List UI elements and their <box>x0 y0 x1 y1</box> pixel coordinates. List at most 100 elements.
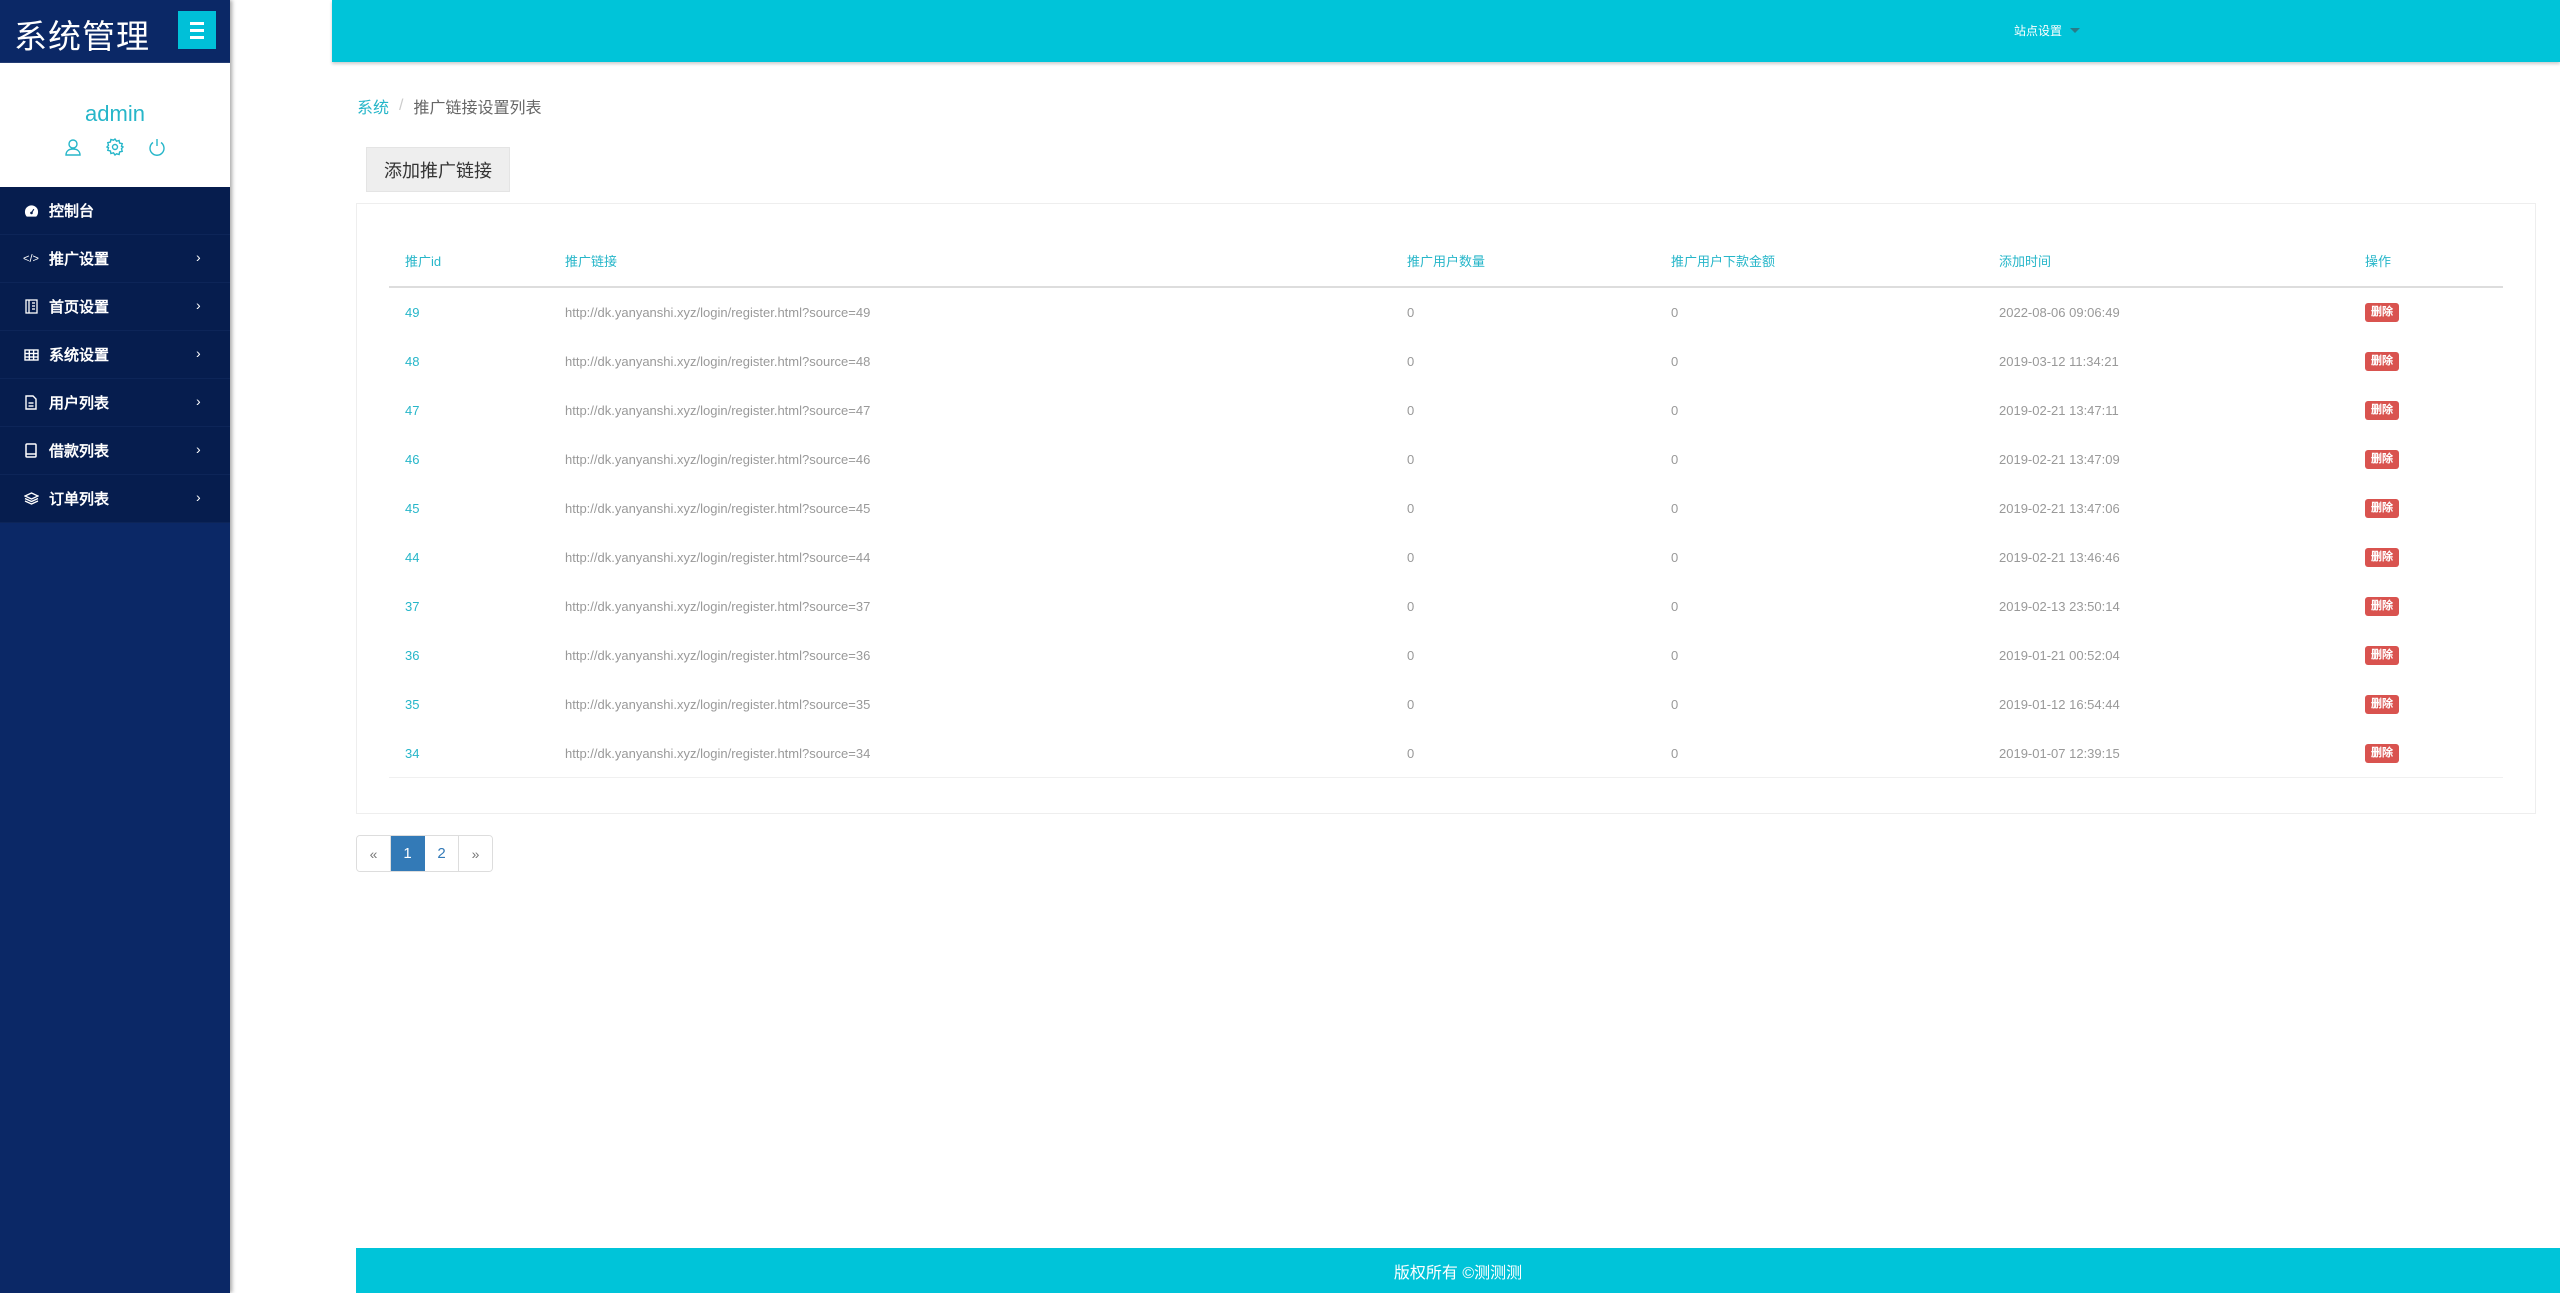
actions-cell: 删除 <box>2349 679 2503 729</box>
loan-amount-cell: 0 <box>1655 581 1983 631</box>
header-added-time: 添加时间 <box>1983 234 2349 288</box>
table-row: 34 http://dk.yanyanshi.xyz/login/register… <box>389 728 2503 778</box>
promo-link-cell: http://dk.yanyanshi.xyz/login/register.h… <box>549 630 1391 680</box>
gear-icon[interactable] <box>105 137 125 157</box>
added-time-cell: 2019-03-12 11:34:21 <box>1983 336 2349 386</box>
promo-id-cell: 48 <box>389 336 549 386</box>
actions-cell: 删除 <box>2349 287 2503 337</box>
delete-button[interactable]: 删除 <box>2365 302 2399 322</box>
pagination-page-2[interactable]: 2 <box>425 836 459 871</box>
caret-down-icon <box>2070 28 2081 33</box>
delete-button[interactable]: 删除 <box>2365 596 2399 616</box>
chevron-right-icon: › <box>196 249 201 265</box>
promo-id-cell: 44 <box>389 532 549 582</box>
sidebar-item-label: 借款列表 <box>49 443 110 460</box>
profile-actions <box>0 137 230 157</box>
delete-button[interactable]: 删除 <box>2365 449 2399 469</box>
sidebar: 系统管理 admin 控制台 </> 推广设置 › 首页设置 › 系统设置 › … <box>0 0 230 1293</box>
sidebar-item-homepage-settings[interactable]: 首页设置 › <box>0 283 230 331</box>
promo-link-cell: http://dk.yanyanshi.xyz/login/register.h… <box>549 532 1391 582</box>
sidebar-item-system-settings[interactable]: 系统设置 › <box>0 331 230 379</box>
delete-button[interactable]: 删除 <box>2365 645 2399 665</box>
promo-link-cell: http://dk.yanyanshi.xyz/login/register.h… <box>549 581 1391 631</box>
file-icon <box>23 395 39 411</box>
chevron-right-icon: › <box>196 345 201 361</box>
hamburger-icon <box>190 20 204 41</box>
sidebar-item-order-list[interactable]: 订单列表 › <box>0 475 230 523</box>
table-row: 44 http://dk.yanyanshi.xyz/login/register… <box>389 532 2503 582</box>
user-profile: admin <box>0 63 230 187</box>
promo-id-cell: 49 <box>389 287 549 337</box>
delete-button[interactable]: 删除 <box>2365 743 2399 763</box>
promo-link-cell: http://dk.yanyanshi.xyz/login/register.h… <box>549 287 1391 337</box>
promo-id-cell: 37 <box>389 581 549 631</box>
chevron-right-icon: › <box>196 489 201 505</box>
loan-amount-cell: 0 <box>1655 287 1983 337</box>
delete-button[interactable]: 删除 <box>2365 498 2399 518</box>
added-time-cell: 2019-02-21 13:47:11 <box>1983 385 2349 435</box>
header-promo-id: 推广id <box>389 234 549 288</box>
user-count-cell: 0 <box>1391 532 1655 582</box>
sidebar-item-user-list[interactable]: 用户列表 › <box>0 379 230 427</box>
loan-amount-cell: 0 <box>1655 630 1983 680</box>
header-actions: 操作 <box>2349 234 2503 288</box>
power-icon[interactable] <box>147 137 167 157</box>
actions-cell: 删除 <box>2349 532 2503 582</box>
actions-cell: 删除 <box>2349 630 2503 680</box>
pagination-page-1[interactable]: 1 <box>391 836 425 871</box>
table-row: 49 http://dk.yanyanshi.xyz/login/register… <box>389 287 2503 337</box>
sidebar-item-label: 订单列表 <box>49 491 110 508</box>
building-icon <box>23 299 39 315</box>
added-time-cell: 2022-08-06 09:06:49 <box>1983 287 2349 337</box>
loan-amount-cell: 0 <box>1655 336 1983 386</box>
actions-cell: 删除 <box>2349 434 2503 484</box>
copyright-text: 版权所有 ©测测测 <box>1393 1264 1523 1282</box>
added-time-cell: 2019-01-12 16:54:44 <box>1983 679 2349 729</box>
site-settings-dropdown[interactable]: 站点设置 <box>2014 22 2081 39</box>
delete-button[interactable]: 删除 <box>2365 400 2399 420</box>
promo-link-cell: http://dk.yanyanshi.xyz/login/register.h… <box>549 728 1391 778</box>
user-count-cell: 0 <box>1391 385 1655 435</box>
brand-header: 系统管理 <box>0 0 230 63</box>
sidebar-item-label: 首页设置 <box>49 299 110 316</box>
sidebar-item-label: 控制台 <box>49 203 95 220</box>
loan-amount-cell: 0 <box>1655 679 1983 729</box>
table-panel: 推广id 推广链接 推广用户数量 推广用户下款金额 添加时间 操作 49 http… <box>356 203 2536 814</box>
breadcrumb-root-link[interactable]: 系统 <box>357 94 389 118</box>
actions-cell: 删除 <box>2349 385 2503 435</box>
actions-cell: 删除 <box>2349 336 2503 386</box>
header-user-count: 推广用户数量 <box>1391 234 1655 288</box>
add-promo-link-button[interactable]: 添加推广链接 <box>366 147 510 192</box>
delete-button[interactable]: 删除 <box>2365 351 2399 371</box>
brand-title: 系统管理 <box>14 18 150 55</box>
promo-id-cell: 47 <box>389 385 549 435</box>
breadcrumb-separator: / <box>399 97 404 114</box>
sidebar-item-dashboard[interactable]: 控制台 <box>0 187 230 235</box>
sidebar-item-loan-list[interactable]: 借款列表 › <box>0 427 230 475</box>
table-row: 46 http://dk.yanyanshi.xyz/login/register… <box>389 434 2503 484</box>
user-count-cell: 0 <box>1391 581 1655 631</box>
book-icon <box>23 443 39 459</box>
actions-cell: 删除 <box>2349 728 2503 778</box>
pagination-prev[interactable]: « <box>357 836 391 871</box>
sidebar-item-label: 推广设置 <box>49 251 110 268</box>
added-time-cell: 2019-02-21 13:47:09 <box>1983 434 2349 484</box>
header-promo-link: 推广链接 <box>549 234 1391 288</box>
delete-button[interactable]: 删除 <box>2365 694 2399 714</box>
table-row: 37 http://dk.yanyanshi.xyz/login/register… <box>389 581 2503 631</box>
loan-amount-cell: 0 <box>1655 483 1983 533</box>
menu-toggle-button[interactable] <box>178 11 216 49</box>
promo-link-cell: http://dk.yanyanshi.xyz/login/register.h… <box>549 434 1391 484</box>
loan-amount-cell: 0 <box>1655 434 1983 484</box>
user-icon[interactable] <box>63 137 83 157</box>
added-time-cell: 2019-02-21 13:46:46 <box>1983 532 2349 582</box>
promo-id-cell: 45 <box>389 483 549 533</box>
site-settings-label: 站点设置 <box>2014 24 2063 38</box>
added-time-cell: 2019-02-21 13:47:06 <box>1983 483 2349 533</box>
delete-button[interactable]: 删除 <box>2365 547 2399 567</box>
profile-username: admin <box>85 101 145 126</box>
sidebar-item-promotion-settings[interactable]: </> 推广设置 › <box>0 235 230 283</box>
pagination-next[interactable]: » <box>459 836 492 871</box>
loan-amount-cell: 0 <box>1655 385 1983 435</box>
layers-icon <box>23 491 39 507</box>
